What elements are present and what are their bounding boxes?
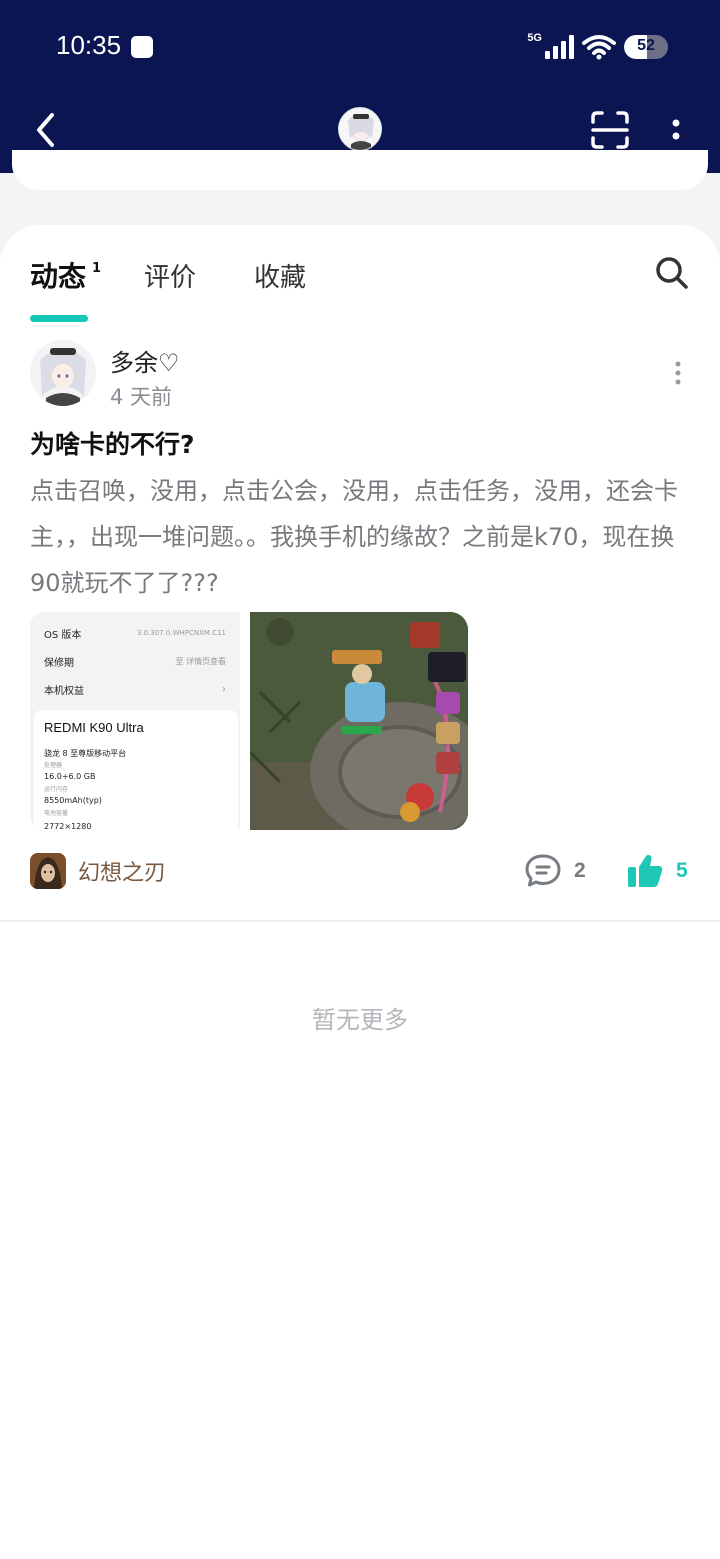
spec-ram-sub: 运行内存: [44, 786, 69, 793]
search-icon: [656, 257, 688, 289]
anime-avatar-icon: [339, 108, 381, 150]
tab-posts[interactable]: 动态 1: [30, 255, 101, 322]
tab-posts-label: 动态: [30, 260, 87, 293]
post-title[interactable]: 为啥卡的不行?: [30, 425, 195, 461]
header: 10:35 5G 52: [0, 0, 720, 173]
post-image-game-screenshot[interactable]: [250, 612, 468, 830]
thumbs-up-icon: [628, 855, 663, 887]
game-tag[interactable]: 幻想之刃: [30, 853, 166, 889]
scan-button[interactable]: [588, 108, 632, 152]
more-button[interactable]: [662, 108, 690, 152]
back-button[interactable]: [26, 108, 66, 152]
spec-benefits-label: 本机权益: [44, 685, 84, 697]
spec-battery-sub: 电池容量: [44, 810, 69, 817]
more-vertical-icon: [672, 119, 680, 140]
anime-avatar-icon: [30, 340, 96, 406]
like-count: 5: [676, 859, 688, 882]
battery-level: 52: [637, 37, 655, 54]
comment-count: 2: [574, 859, 586, 882]
status-icons: 5G 52: [527, 32, 668, 62]
post-body[interactable]: 点击召唤，没用，点击公会，没用，点击任务，没用，还会卡主，，出现一堆问题。。我换…: [30, 468, 690, 606]
spec-resolution: 2772×1280: [44, 822, 92, 830]
game-scene-image: [250, 612, 468, 830]
comment-icon: [525, 854, 561, 887]
post-author-name[interactable]: 多余♡: [110, 343, 180, 378]
post-author-avatar[interactable]: [30, 340, 96, 406]
spec-warranty-row: 保修期 至 详情页查看: [36, 648, 234, 674]
tab-reviews-label: 评价: [144, 263, 197, 293]
spec-battery: 8550mAh(typ): [44, 796, 102, 805]
battery-icon: 52: [624, 35, 668, 59]
spec-model: REDMI K90 Ultra: [44, 720, 144, 735]
profile-card-bottom: [12, 150, 708, 190]
like-button[interactable]: 5: [626, 853, 688, 889]
scan-icon: [591, 111, 629, 149]
profile-avatar[interactable]: [338, 107, 382, 151]
spec-chip-sub: 处理器: [44, 762, 63, 769]
no-more-text: 暂无更多: [312, 1006, 408, 1034]
spec-benefits-row: 本机权益 ›: [36, 676, 234, 702]
network-type: 5G: [527, 32, 542, 44]
hooded-character-icon: [30, 853, 66, 889]
spec-warranty-value: 至 详情页查看: [175, 656, 226, 666]
signal-icon: [545, 35, 574, 59]
tab-reviews[interactable]: 评价: [144, 257, 196, 294]
post-images: OS 版本 3.0.307.0.WHPCNXM.C11 保修期 至 详情页查看 …: [30, 612, 468, 830]
post-time: 4 天前: [110, 385, 173, 409]
chevron-right-icon: ›: [222, 683, 226, 695]
search-button[interactable]: [654, 255, 690, 291]
game-icon: [30, 853, 66, 889]
spec-ram: 16.0+6.0 GB: [44, 772, 96, 781]
spec-os-label: OS 版本: [44, 629, 82, 641]
game-name: 幻想之刃: [78, 861, 167, 886]
tab-active-indicator: [30, 315, 88, 322]
content-panel: 动态 1 评价 收藏 多余♡ 4 天前 为啥卡的不行? 点击召唤，没用，点击公会…: [0, 225, 720, 1559]
spec-os-row: OS 版本 3.0.307.0.WHPCNXM.C11: [36, 620, 234, 646]
post-image-phone-specs[interactable]: OS 版本 3.0.307.0.WHPCNXM.C11 保修期 至 详情页查看 …: [30, 612, 240, 830]
spec-warranty-label: 保修期: [44, 657, 74, 669]
tab-favorites-label: 收藏: [254, 263, 307, 293]
more-vertical-icon: [675, 361, 681, 385]
spec-chip: 骁龙 8 至尊版移动平台: [44, 749, 127, 758]
tab-favorites[interactable]: 收藏: [254, 257, 306, 294]
notification-icon: [131, 36, 153, 58]
tab-posts-badge: 1: [92, 261, 102, 276]
post-more-button[interactable]: [666, 358, 690, 388]
comment-button[interactable]: 2: [524, 853, 586, 889]
status-time: 10:35: [56, 30, 122, 60]
wifi-icon: [582, 35, 616, 60]
spec-card: REDMI K90 Ultra 骁龙 8 至尊版移动平台 处理器 16.0+6.…: [34, 710, 238, 830]
chevron-left-icon: [37, 113, 54, 147]
divider: [0, 920, 720, 922]
spec-os-value: 3.0.307.0.WHPCNXM.C11: [136, 629, 226, 637]
